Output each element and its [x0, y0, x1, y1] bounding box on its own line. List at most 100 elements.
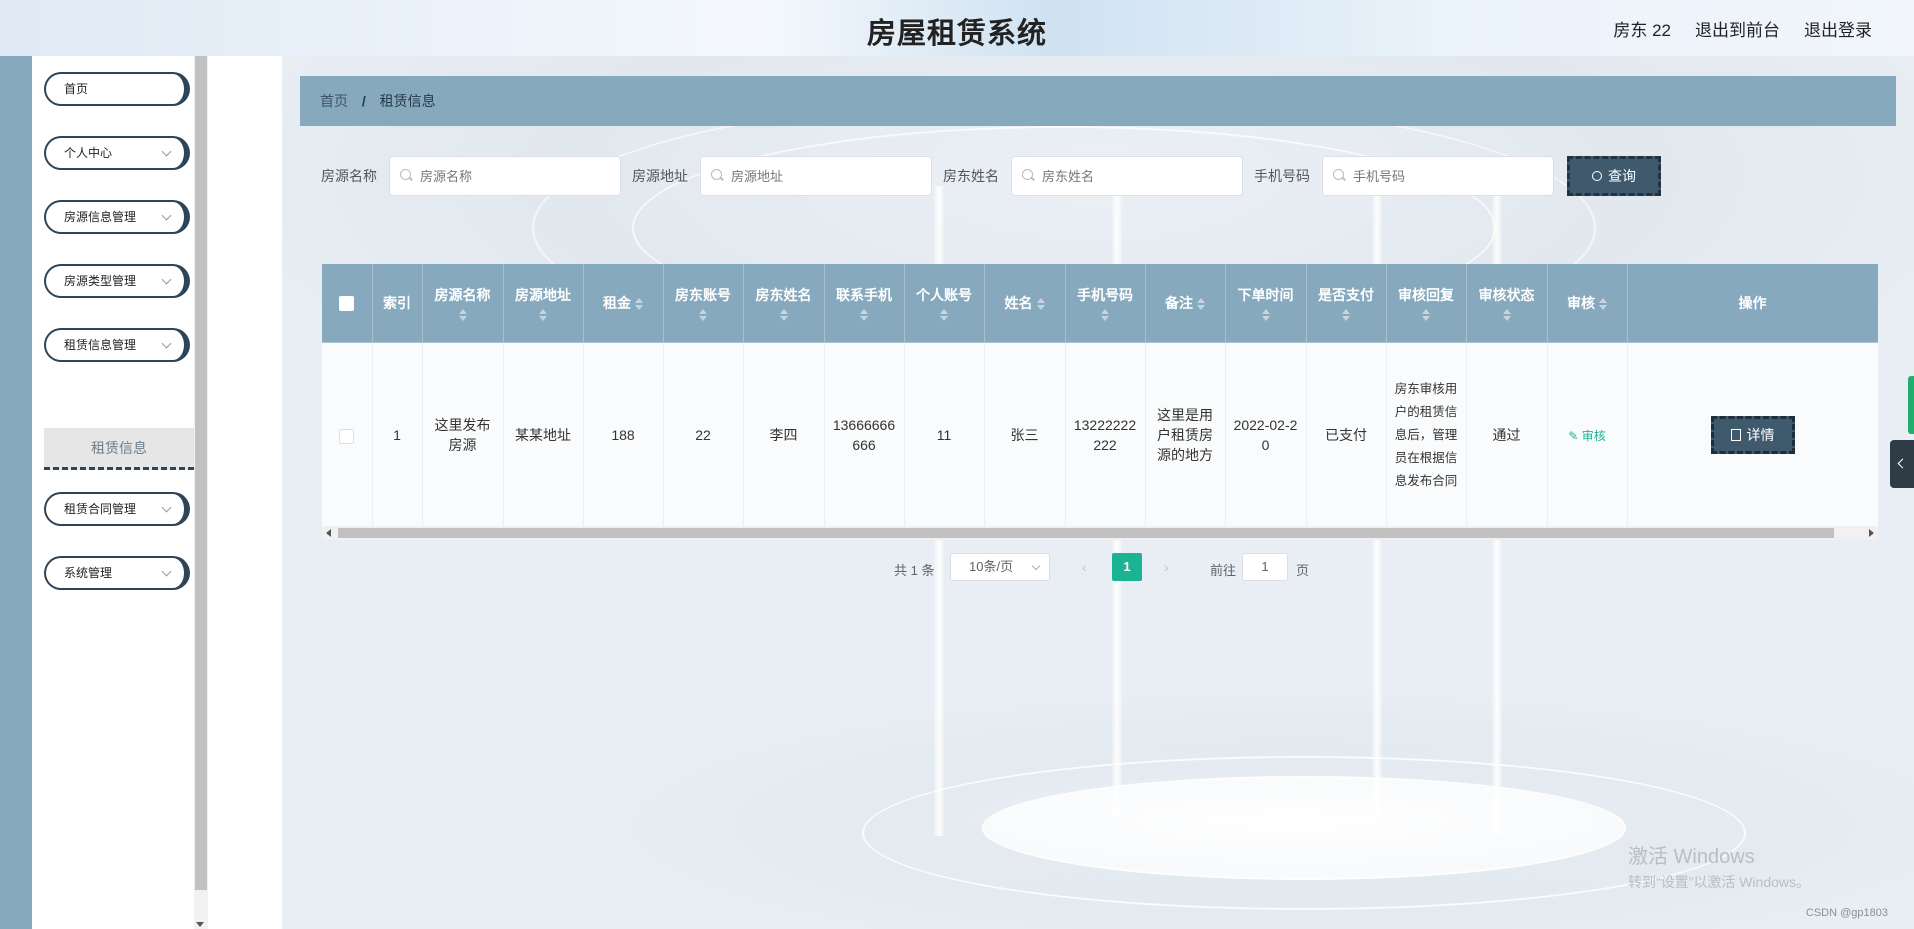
sidebar-item-label: 租赁合同管理 [64, 502, 137, 516]
scrollbar-thumb[interactable] [338, 528, 1834, 538]
sort-icon[interactable] [1036, 298, 1045, 311]
sidebar-item-home[interactable]: 首页 [44, 72, 190, 106]
house-name-input[interactable] [389, 156, 621, 196]
search-field-landlord-name [1011, 156, 1243, 196]
sidebar-item-lease-info[interactable]: 租赁信息管理 [44, 328, 190, 362]
column-header-sortable[interactable]: 审核回复 [1386, 264, 1467, 343]
column-header-sortable[interactable]: 下单时间 [1225, 264, 1307, 343]
page-size-select[interactable]: 10条/页 [950, 553, 1050, 581]
phone-input[interactable] [1322, 156, 1554, 196]
edit-icon: ✎ [1568, 428, 1582, 443]
next-page-button[interactable]: › [1164, 559, 1169, 575]
sidebar-item-contract[interactable]: 租赁合同管理 [44, 492, 190, 526]
sort-icon[interactable] [1422, 309, 1430, 321]
column-header-sortable[interactable]: 房源地址 [503, 264, 584, 343]
sidebar-item-house-type[interactable]: 房源类型管理 [44, 264, 190, 298]
landlord-name-input[interactable] [1011, 156, 1243, 196]
collapse-panel-tab[interactable] [1890, 440, 1914, 488]
column-header: 索引 [372, 264, 423, 343]
sort-icon[interactable] [1197, 298, 1205, 311]
logout-link[interactable]: 退出登录 [1804, 16, 1872, 41]
sort-icon[interactable] [1502, 309, 1511, 321]
sidebar-item-label: 房源类型管理 [64, 274, 137, 288]
row-checkbox[interactable] [339, 428, 355, 444]
chevron-down-icon [1031, 561, 1041, 571]
watermark-line1: 激活 Windows [1628, 846, 1755, 868]
cell-order-time: 2022-02-20 [1225, 342, 1307, 528]
column-header-sortable[interactable]: 审核 [1547, 264, 1628, 343]
house-addr-input[interactable] [700, 156, 932, 196]
breadcrumb-home[interactable]: 首页 [320, 93, 348, 109]
chevron-down-icon [161, 338, 172, 349]
page-number-active[interactable]: 1 [1112, 553, 1142, 581]
sidebar-item-system[interactable]: 系统管理 [44, 556, 190, 590]
cell-house-name: 这里发布房源 [422, 342, 504, 528]
cell-operations: 详情 [1627, 342, 1878, 528]
cell-phone: 13222222222 [1065, 342, 1146, 528]
sort-icon[interactable] [1101, 309, 1109, 321]
scroll-down-arrow-icon[interactable] [196, 922, 204, 927]
search-label-landlord-name: 房东姓名 [943, 168, 999, 184]
search-icon [1592, 171, 1602, 181]
scrollbar-thumb[interactable] [195, 56, 207, 890]
sort-icon[interactable] [539, 309, 547, 321]
table-row: 1 这里发布房源 某某地址 188 22 李四 13666666666 11 张… [322, 342, 1878, 528]
column-header-sortable[interactable]: 房源名称 [422, 264, 504, 343]
pagination-total: 共 1 条 [894, 563, 935, 578]
column-header-sortable[interactable]: 房东姓名 [743, 264, 825, 343]
exit-to-front-link[interactable]: 退出到前台 [1695, 16, 1780, 41]
column-header-sortable[interactable]: 姓名 [984, 264, 1066, 343]
header-links: 房东 22 退出到前台 退出登录 [1613, 16, 1872, 41]
cell-audit-status: 通过 [1466, 342, 1548, 528]
sort-icon[interactable] [779, 309, 788, 321]
sidebar-subitem-lease[interactable]: 租赁信息 [44, 428, 194, 470]
cell-user-account: 11 [904, 342, 985, 528]
column-header-sortable[interactable]: 个人账号 [904, 264, 985, 343]
sort-icon[interactable] [458, 309, 467, 321]
sort-icon[interactable] [1261, 309, 1270, 321]
prev-page-button[interactable]: ‹ [1082, 559, 1087, 575]
cell-index: 1 [372, 342, 423, 528]
search-field-house-name [389, 156, 621, 196]
sort-icon[interactable] [940, 309, 948, 321]
cell-contact-phone: 13666666666 [824, 342, 905, 528]
cell-rent: 188 [583, 342, 664, 528]
select-all-checkbox[interactable] [339, 296, 355, 312]
column-header-sortable[interactable]: 备注 [1145, 264, 1226, 343]
sort-icon[interactable] [635, 298, 643, 311]
table-horizontal-scrollbar[interactable] [322, 526, 1878, 540]
detail-button[interactable]: 详情 [1710, 416, 1795, 454]
lease-table: 索引 房源名称 房源地址 租金 房东账号 房东姓名 联系手机 个人账号 姓名 手… [322, 264, 1878, 544]
goto-page-input[interactable]: 1 [1242, 553, 1288, 581]
cell-audit-reply: 房东审核用户的租赁信息后，管理员在根据信息发布合同 [1386, 342, 1467, 528]
column-header-sortable[interactable]: 审核状态 [1466, 264, 1548, 343]
scroll-left-arrow-icon[interactable] [326, 529, 331, 537]
column-header: 操作 [1627, 264, 1878, 343]
cell-paid: 已支付 [1306, 342, 1387, 528]
query-button[interactable]: 查询 [1567, 156, 1661, 196]
search-label-house-addr: 房源地址 [632, 168, 688, 184]
column-header-sortable[interactable]: 联系手机 [824, 264, 905, 343]
sort-icon[interactable] [860, 309, 868, 321]
column-header-sortable[interactable]: 租金 [583, 264, 664, 343]
sidebar-item-house-info[interactable]: 房源信息管理 [44, 200, 190, 234]
scroll-right-arrow-icon[interactable] [1869, 529, 1874, 537]
column-header-sortable[interactable]: 手机号码 [1065, 264, 1146, 343]
audit-link[interactable]: ✎ 审核 [1568, 429, 1605, 443]
watermark-line2: 转到“设置”以激活 Windows。 [1628, 874, 1811, 890]
column-header-sortable[interactable]: 是否支付 [1306, 264, 1387, 343]
sidebar-scrollbar[interactable] [194, 56, 208, 929]
sidebar: 首页 个人中心 房源信息管理 房源类型管理 租赁信息管理 租赁信息 租赁合同管理… [32, 56, 194, 929]
search-icon [1022, 169, 1033, 180]
sidebar-gap [208, 56, 282, 929]
cell-name: 张三 [984, 342, 1066, 528]
sort-icon[interactable] [699, 309, 707, 321]
sort-icon[interactable] [1599, 298, 1607, 311]
sidebar-item-personal-center[interactable]: 个人中心 [44, 136, 190, 170]
top-header: 房屋租赁系统 房东 22 退出到前台 退出登录 [0, 0, 1914, 56]
column-header-sortable[interactable]: 房东账号 [663, 264, 744, 343]
windows-activation-watermark: 激活 Windows 转到“设置”以激活 Windows。 [1628, 840, 1810, 892]
sidebar-item-label: 个人中心 [64, 146, 113, 160]
sort-icon[interactable] [1342, 309, 1350, 321]
document-icon [1730, 429, 1741, 441]
